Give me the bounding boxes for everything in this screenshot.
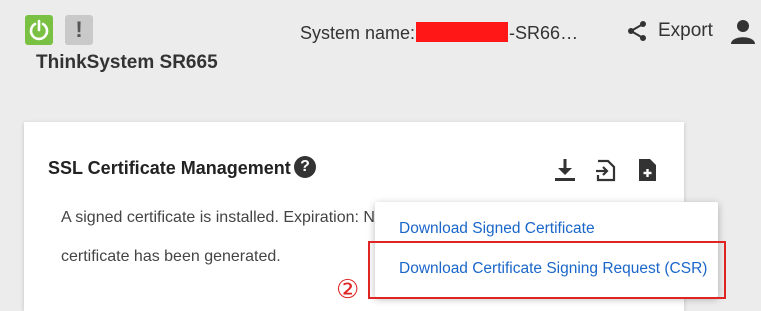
user-icon (731, 20, 755, 44)
export-button[interactable]: Export (626, 20, 713, 42)
export-label: Export (658, 20, 713, 41)
top-bar: ! ThinkSystem SR665 System name: -SR66… E… (0, 0, 761, 80)
system-name-suffix: -SR66… (509, 23, 579, 43)
system-name-label: System name: (300, 23, 416, 43)
power-button[interactable] (25, 15, 53, 45)
product-title: ThinkSystem SR665 (36, 52, 218, 73)
card-title: SSL Certificate Management (48, 158, 291, 178)
download-button[interactable] (554, 158, 576, 187)
import-button[interactable] (595, 158, 617, 187)
help-icon[interactable]: ? (294, 156, 316, 178)
certificate-status-text-continued: certificate has been generated. (61, 248, 281, 265)
generate-csr-button[interactable] (637, 158, 657, 187)
user-menu[interactable] (730, 18, 756, 49)
step-marker: ② (336, 274, 360, 304)
power-icon (29, 19, 49, 41)
menu-item-download-signed-certificate[interactable]: Download Signed Certificate (399, 220, 595, 238)
system-name: System name: -SR66… (300, 22, 578, 44)
add-file-icon (639, 159, 656, 181)
import-icon (596, 159, 616, 182)
alert-button[interactable]: ! (65, 15, 93, 45)
redaction-block (416, 22, 509, 42)
highlight-box (368, 241, 726, 299)
share-icon (628, 21, 646, 41)
alert-icon: ! (75, 17, 83, 42)
certificate-status-text: A signed certificate is installed. Expir… (61, 209, 375, 226)
download-icon (555, 159, 575, 181)
